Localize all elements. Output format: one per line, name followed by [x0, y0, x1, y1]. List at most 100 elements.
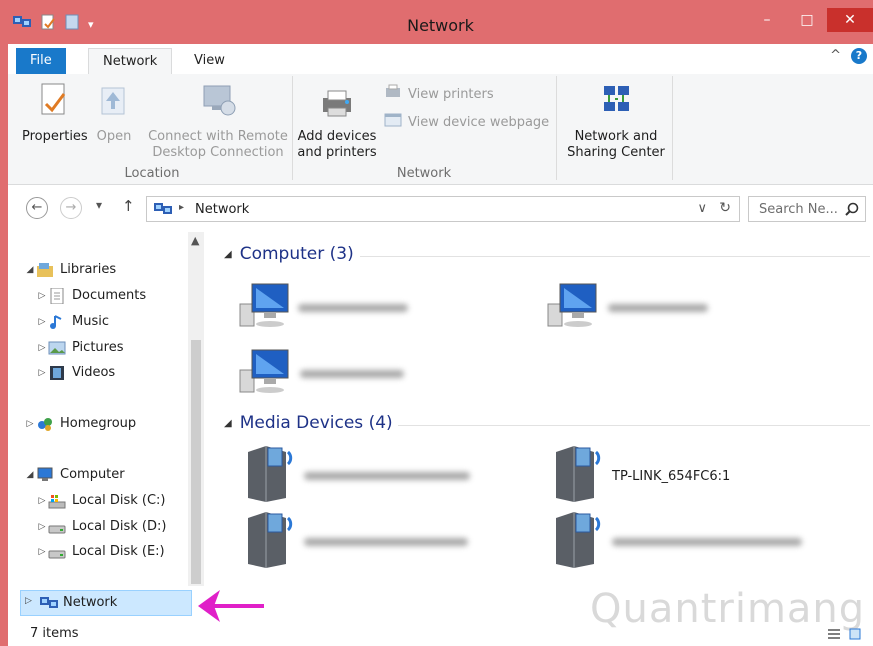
computer-item[interactable]	[546, 280, 708, 336]
media-device-icon	[552, 444, 608, 508]
collapsed-arrow-icon[interactable]: ▷	[36, 336, 48, 360]
computer-icon	[546, 280, 602, 336]
nav-item-label: Local Disk (D:)	[72, 519, 167, 534]
nav-item-label: Documents	[72, 288, 147, 303]
computer-item[interactable]	[238, 280, 408, 336]
nav-item-disk-d[interactable]: ▷ Local Disk (D:)	[36, 515, 167, 539]
magnifier-icon[interactable]	[845, 202, 859, 220]
blurred-device-name	[612, 538, 802, 546]
scroll-thumb[interactable]	[191, 340, 201, 584]
media-device-icon	[552, 510, 608, 574]
minimize-button[interactable]: –	[747, 8, 787, 32]
computer-icon	[36, 467, 54, 483]
nav-item-music[interactable]: ▷ Music	[36, 310, 109, 334]
group-title: Media Devices (4)	[239, 413, 393, 433]
nav-item-disk-e[interactable]: ▷ Local Disk (E:)	[36, 540, 165, 564]
blurred-device-name	[304, 472, 470, 480]
nav-item-label: Music	[72, 314, 109, 329]
scroll-up-icon[interactable]: ▲	[191, 234, 199, 247]
explorer-window: ▾ Network – □ ✕ File Network View ^ ? Pr…	[0, 0, 873, 646]
help-icon[interactable]: ?	[851, 48, 867, 64]
search-box[interactable]: Search Ne...	[748, 196, 866, 222]
tab-file[interactable]: File	[16, 48, 66, 74]
remote-desktop-button[interactable]: Connect with Remote Desktop Connection	[144, 82, 292, 161]
group-header-media[interactable]: ◢ Media Devices (4)	[224, 413, 393, 433]
nav-item-label: Network	[63, 595, 118, 610]
location-group-label: Location	[124, 166, 180, 181]
refresh-icon[interactable]: ↻	[719, 200, 731, 216]
nav-item-label: Computer	[60, 467, 125, 482]
media-device-item[interactable]	[552, 510, 802, 574]
computer-item[interactable]	[238, 346, 404, 402]
collapsed-arrow-icon[interactable]: ▷	[36, 489, 48, 513]
tab-view[interactable]: View	[180, 48, 239, 74]
libraries-icon	[36, 262, 54, 278]
search-input[interactable]: Search Ne...	[759, 202, 838, 217]
collapsed-arrow-icon[interactable]: ▷	[36, 515, 48, 539]
forward-button[interactable]: →	[60, 197, 82, 219]
expanded-arrow-icon[interactable]: ◢	[224, 418, 232, 429]
add-devices-label-1: Add devices	[297, 129, 377, 144]
view-webpage-button[interactable]: View device webpage	[384, 112, 549, 132]
address-path[interactable]: Network	[195, 202, 249, 217]
crumb-separator[interactable]: ▸	[179, 202, 184, 213]
recent-locations-button[interactable]: ▾	[96, 198, 102, 212]
nav-scrollbar[interactable]: ▲	[188, 232, 204, 586]
media-device-item[interactable]: TP-LINK_654FC6:1	[552, 444, 730, 508]
nav-item-libraries[interactable]: ◢ Libraries	[24, 258, 116, 282]
view-printers-button[interactable]: View printers	[384, 84, 494, 104]
media-device-item[interactable]	[244, 444, 470, 508]
expanded-arrow-icon[interactable]: ◢	[24, 258, 36, 282]
disk-icon	[48, 544, 66, 560]
address-bar[interactable]: ▸ Network ∨ ↻	[146, 196, 740, 222]
ribbon-controls: ^ ?	[830, 48, 867, 64]
collapsed-arrow-icon[interactable]: ▷	[25, 596, 32, 606]
view-printers-icon	[384, 84, 402, 104]
homegroup-icon	[36, 416, 54, 432]
tab-network[interactable]: Network	[88, 48, 173, 75]
tiles-view-icon[interactable]	[848, 627, 864, 645]
ribbon-separator	[556, 76, 557, 180]
back-button[interactable]: ←	[26, 197, 48, 219]
properties-button[interactable]: Properties	[22, 82, 88, 145]
sharing-center-button[interactable]: Network and Sharing Center	[560, 82, 672, 161]
open-button[interactable]: Open	[94, 82, 134, 145]
collapsed-arrow-icon[interactable]: ▷	[24, 412, 36, 436]
remote-desktop-icon	[144, 82, 292, 125]
content-pane[interactable]: ◢ Computer (3) ◢ Media Devices (4) TP-LI	[214, 232, 873, 622]
nav-item-label: Libraries	[60, 262, 117, 277]
expanded-arrow-icon[interactable]: ◢	[224, 249, 232, 260]
nav-item-videos[interactable]: ▷ Videos	[36, 361, 115, 385]
nav-item-network[interactable]: ▷ Network	[20, 590, 192, 616]
network-nav-icon	[39, 595, 59, 615]
status-bar: 7 items	[8, 622, 873, 646]
nav-item-pictures[interactable]: ▷ Pictures	[36, 336, 124, 360]
sharing-center-label-2: Sharing Center	[567, 145, 665, 160]
collapsed-arrow-icon[interactable]: ▷	[36, 310, 48, 334]
title-bar[interactable]: ▾ Network – □ ✕	[8, 0, 873, 44]
collapsed-arrow-icon[interactable]: ▷	[36, 361, 48, 385]
expanded-arrow-icon[interactable]: ◢	[24, 463, 36, 487]
network-crumb-icon	[153, 201, 173, 221]
nav-item-disk-c[interactable]: ▷ Local Disk (C:)	[36, 489, 165, 513]
collapse-ribbon-icon[interactable]: ^	[830, 48, 841, 64]
nav-item-computer[interactable]: ◢ Computer	[24, 463, 125, 487]
details-view-icon[interactable]	[826, 627, 842, 645]
add-devices-button[interactable]: Add devices and printers	[296, 88, 378, 161]
collapsed-arrow-icon[interactable]: ▷	[36, 284, 48, 308]
media-device-item[interactable]	[244, 510, 468, 574]
nav-item-homegroup[interactable]: ▷ Homegroup	[24, 412, 136, 436]
maximize-button[interactable]: □	[787, 8, 827, 32]
ribbon-tabs: File Network View	[8, 44, 873, 75]
collapsed-arrow-icon[interactable]: ▷	[36, 540, 48, 564]
media-device-icon	[244, 444, 300, 508]
open-icon	[94, 82, 134, 125]
up-button[interactable]: ↑	[122, 197, 135, 215]
nav-item-documents[interactable]: ▷ Documents	[36, 284, 146, 308]
group-header-computers[interactable]: ◢ Computer (3)	[224, 244, 354, 264]
network-sharing-icon	[560, 82, 672, 125]
music-icon	[48, 314, 66, 330]
address-dropdown-icon[interactable]: ∨	[697, 201, 707, 216]
navigation-pane[interactable]: ◢ Libraries ▷ Documents ▷ Music ▷ Pictur…	[8, 232, 204, 622]
close-button[interactable]: ✕	[827, 8, 873, 32]
